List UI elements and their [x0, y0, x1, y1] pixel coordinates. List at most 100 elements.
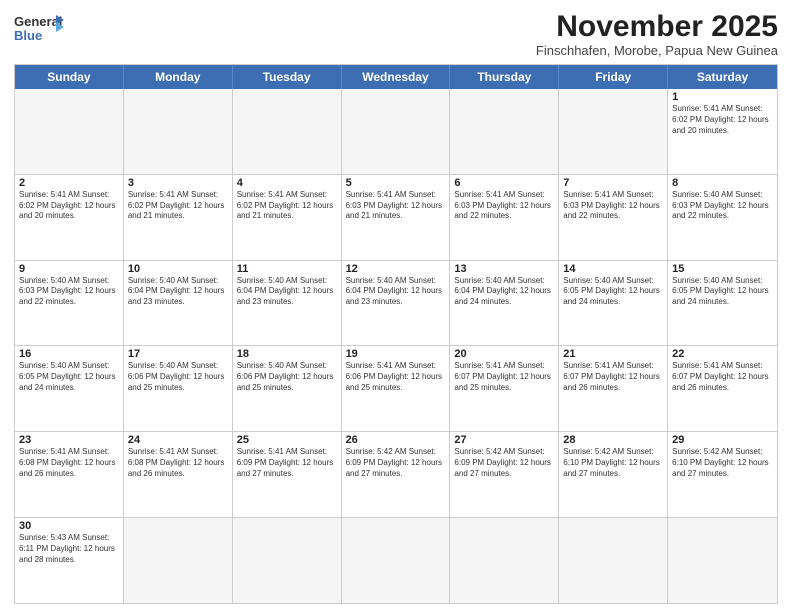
day-cell-26: 26Sunrise: 5:42 AM Sunset: 6:09 PM Dayli… [342, 432, 451, 517]
day-cell-11: 11Sunrise: 5:40 AM Sunset: 6:04 PM Dayli… [233, 261, 342, 346]
day-cell-6: 6Sunrise: 5:41 AM Sunset: 6:03 PM Daylig… [450, 175, 559, 260]
day-number: 9 [19, 263, 119, 275]
day-number: 26 [346, 434, 446, 446]
week-row-6: 30Sunrise: 5:43 AM Sunset: 6:11 PM Dayli… [15, 517, 777, 603]
calendar: SundayMondayTuesdayWednesdayThursdayFrid… [14, 64, 778, 604]
day-cell-empty [342, 89, 451, 174]
day-number: 7 [563, 177, 663, 189]
day-number: 20 [454, 348, 554, 360]
day-info: Sunrise: 5:41 AM Sunset: 6:07 PM Dayligh… [454, 361, 554, 393]
day-cell-4: 4Sunrise: 5:41 AM Sunset: 6:02 PM Daylig… [233, 175, 342, 260]
day-number: 6 [454, 177, 554, 189]
day-cell-15: 15Sunrise: 5:40 AM Sunset: 6:05 PM Dayli… [668, 261, 777, 346]
day-number: 13 [454, 263, 554, 275]
calendar-body: 1Sunrise: 5:41 AM Sunset: 6:02 PM Daylig… [15, 89, 777, 603]
day-cell-empty [124, 89, 233, 174]
day-cell-empty [450, 89, 559, 174]
day-number: 8 [672, 177, 773, 189]
day-cell-10: 10Sunrise: 5:40 AM Sunset: 6:04 PM Dayli… [124, 261, 233, 346]
day-number: 12 [346, 263, 446, 275]
day-cell-8: 8Sunrise: 5:40 AM Sunset: 6:03 PM Daylig… [668, 175, 777, 260]
day-number: 21 [563, 348, 663, 360]
day-info: Sunrise: 5:40 AM Sunset: 6:05 PM Dayligh… [19, 361, 119, 393]
day-number: 17 [128, 348, 228, 360]
day-cell-21: 21Sunrise: 5:41 AM Sunset: 6:07 PM Dayli… [559, 346, 668, 431]
day-cell-7: 7Sunrise: 5:41 AM Sunset: 6:03 PM Daylig… [559, 175, 668, 260]
day-cell-16: 16Sunrise: 5:40 AM Sunset: 6:05 PM Dayli… [15, 346, 124, 431]
day-cell-22: 22Sunrise: 5:41 AM Sunset: 6:07 PM Dayli… [668, 346, 777, 431]
day-info: Sunrise: 5:41 AM Sunset: 6:02 PM Dayligh… [19, 190, 119, 222]
day-info: Sunrise: 5:42 AM Sunset: 6:10 PM Dayligh… [672, 447, 773, 479]
day-number: 5 [346, 177, 446, 189]
day-cell-empty [450, 518, 559, 603]
day-info: Sunrise: 5:41 AM Sunset: 6:07 PM Dayligh… [672, 361, 773, 393]
header-day-wednesday: Wednesday [342, 65, 451, 89]
day-info: Sunrise: 5:41 AM Sunset: 6:08 PM Dayligh… [19, 447, 119, 479]
day-cell-empty [668, 518, 777, 603]
day-cell-12: 12Sunrise: 5:40 AM Sunset: 6:04 PM Dayli… [342, 261, 451, 346]
day-info: Sunrise: 5:41 AM Sunset: 6:03 PM Dayligh… [346, 190, 446, 222]
day-cell-empty [233, 518, 342, 603]
week-row-3: 9Sunrise: 5:40 AM Sunset: 6:03 PM Daylig… [15, 260, 777, 346]
day-info: Sunrise: 5:40 AM Sunset: 6:04 PM Dayligh… [128, 276, 228, 308]
day-cell-empty [233, 89, 342, 174]
day-cell-2: 2Sunrise: 5:41 AM Sunset: 6:02 PM Daylig… [15, 175, 124, 260]
day-number: 10 [128, 263, 228, 275]
header-day-thursday: Thursday [450, 65, 559, 89]
week-row-5: 23Sunrise: 5:41 AM Sunset: 6:08 PM Dayli… [15, 431, 777, 517]
day-cell-29: 29Sunrise: 5:42 AM Sunset: 6:10 PM Dayli… [668, 432, 777, 517]
day-info: Sunrise: 5:41 AM Sunset: 6:06 PM Dayligh… [346, 361, 446, 393]
header-day-monday: Monday [124, 65, 233, 89]
day-info: Sunrise: 5:40 AM Sunset: 6:06 PM Dayligh… [128, 361, 228, 393]
day-cell-empty [559, 89, 668, 174]
day-number: 22 [672, 348, 773, 360]
day-number: 23 [19, 434, 119, 446]
day-info: Sunrise: 5:42 AM Sunset: 6:10 PM Dayligh… [563, 447, 663, 479]
day-info: Sunrise: 5:40 AM Sunset: 6:03 PM Dayligh… [672, 190, 773, 222]
day-cell-empty [15, 89, 124, 174]
day-number: 29 [672, 434, 773, 446]
day-info: Sunrise: 5:41 AM Sunset: 6:02 PM Dayligh… [672, 104, 773, 136]
day-number: 30 [19, 520, 119, 532]
day-cell-27: 27Sunrise: 5:42 AM Sunset: 6:09 PM Dayli… [450, 432, 559, 517]
day-cell-24: 24Sunrise: 5:41 AM Sunset: 6:08 PM Dayli… [124, 432, 233, 517]
header-day-saturday: Saturday [668, 65, 777, 89]
header-day-tuesday: Tuesday [233, 65, 342, 89]
day-cell-3: 3Sunrise: 5:41 AM Sunset: 6:02 PM Daylig… [124, 175, 233, 260]
day-number: 2 [19, 177, 119, 189]
day-cell-17: 17Sunrise: 5:40 AM Sunset: 6:06 PM Dayli… [124, 346, 233, 431]
day-number: 15 [672, 263, 773, 275]
day-info: Sunrise: 5:41 AM Sunset: 6:09 PM Dayligh… [237, 447, 337, 479]
calendar-header: SundayMondayTuesdayWednesdayThursdayFrid… [15, 65, 777, 89]
day-info: Sunrise: 5:41 AM Sunset: 6:07 PM Dayligh… [563, 361, 663, 393]
day-info: Sunrise: 5:41 AM Sunset: 6:08 PM Dayligh… [128, 447, 228, 479]
day-cell-9: 9Sunrise: 5:40 AM Sunset: 6:03 PM Daylig… [15, 261, 124, 346]
day-number: 4 [237, 177, 337, 189]
page: General Blue November 2025 Finschhafen, … [0, 0, 792, 612]
day-info: Sunrise: 5:40 AM Sunset: 6:06 PM Dayligh… [237, 361, 337, 393]
logo: General Blue [14, 10, 64, 52]
day-info: Sunrise: 5:40 AM Sunset: 6:04 PM Dayligh… [454, 276, 554, 308]
day-number: 28 [563, 434, 663, 446]
day-cell-1: 1Sunrise: 5:41 AM Sunset: 6:02 PM Daylig… [668, 89, 777, 174]
day-cell-5: 5Sunrise: 5:41 AM Sunset: 6:03 PM Daylig… [342, 175, 451, 260]
day-cell-19: 19Sunrise: 5:41 AM Sunset: 6:06 PM Dayli… [342, 346, 451, 431]
day-info: Sunrise: 5:42 AM Sunset: 6:09 PM Dayligh… [454, 447, 554, 479]
day-number: 25 [237, 434, 337, 446]
day-cell-14: 14Sunrise: 5:40 AM Sunset: 6:05 PM Dayli… [559, 261, 668, 346]
day-info: Sunrise: 5:41 AM Sunset: 6:03 PM Dayligh… [563, 190, 663, 222]
day-info: Sunrise: 5:40 AM Sunset: 6:04 PM Dayligh… [346, 276, 446, 308]
day-cell-empty [559, 518, 668, 603]
day-info: Sunrise: 5:40 AM Sunset: 6:05 PM Dayligh… [563, 276, 663, 308]
header-day-sunday: Sunday [15, 65, 124, 89]
svg-text:Blue: Blue [14, 28, 42, 43]
day-info: Sunrise: 5:40 AM Sunset: 6:04 PM Dayligh… [237, 276, 337, 308]
month-title: November 2025 [536, 10, 778, 43]
logo-svg: General Blue [14, 10, 64, 52]
day-number: 14 [563, 263, 663, 275]
week-row-2: 2Sunrise: 5:41 AM Sunset: 6:02 PM Daylig… [15, 174, 777, 260]
day-cell-18: 18Sunrise: 5:40 AM Sunset: 6:06 PM Dayli… [233, 346, 342, 431]
day-cell-13: 13Sunrise: 5:40 AM Sunset: 6:04 PM Dayli… [450, 261, 559, 346]
week-row-1: 1Sunrise: 5:41 AM Sunset: 6:02 PM Daylig… [15, 89, 777, 174]
day-number: 27 [454, 434, 554, 446]
